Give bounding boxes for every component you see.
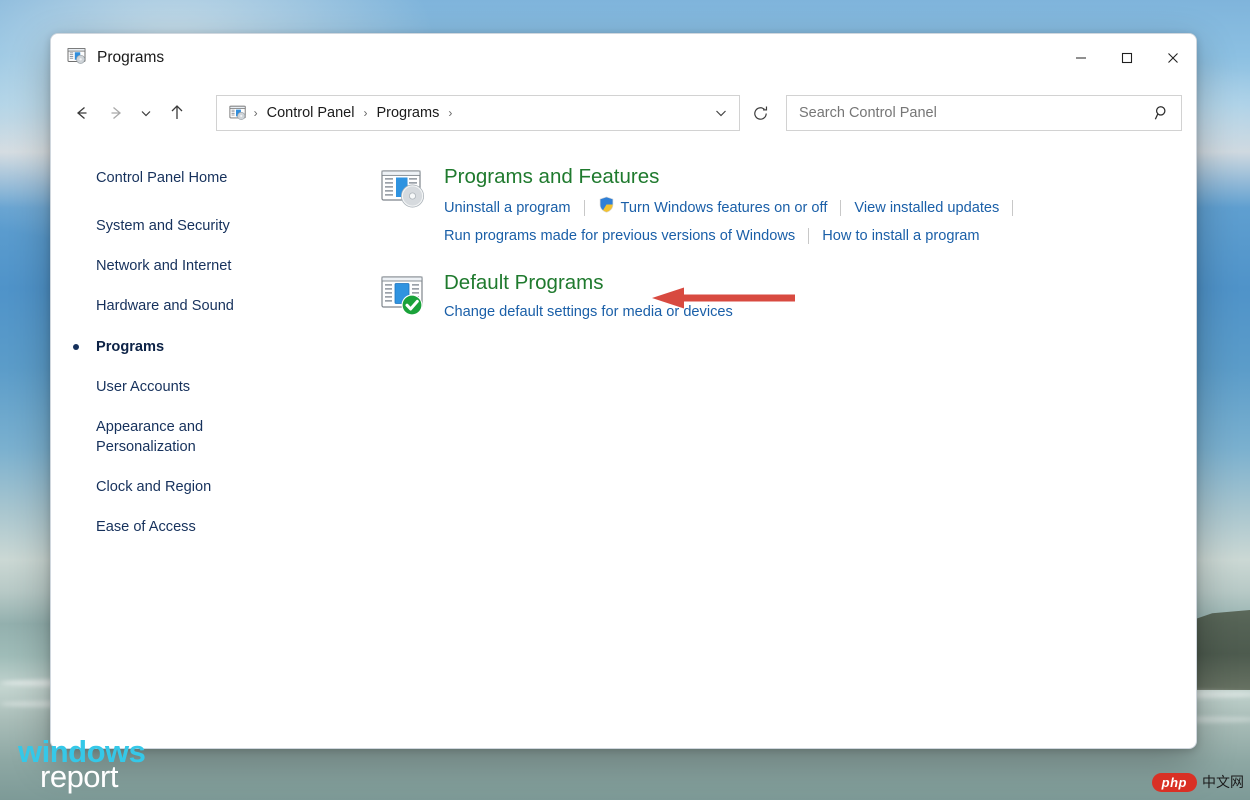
sidebar-item-control-panel-home[interactable]: Control Panel Home — [96, 168, 296, 188]
links-row-1: Change default settings for media or dev… — [444, 301, 733, 324]
search-box[interactable] — [786, 95, 1182, 131]
link-how-to-install-a-program[interactable]: How to install a program — [822, 225, 979, 248]
breadcrumb-separator: › — [252, 106, 260, 120]
link-run-programs-made-for-previous-versions-of-windows[interactable]: Run programs made for previous versions … — [444, 225, 795, 248]
link-divider — [840, 200, 841, 216]
minimize-button[interactable] — [1058, 34, 1104, 82]
sidebar-navigation: Control Panel Home System and Security N… — [51, 144, 381, 749]
link-divider — [808, 228, 809, 244]
maximize-button[interactable] — [1104, 34, 1150, 82]
sidebar-item-ease-of-access[interactable]: Ease of Access — [96, 517, 296, 537]
links-row-1: Uninstall a program Turn Windows f — [444, 196, 1026, 221]
link-change-default-settings-for-media-or-devices[interactable]: Change default settings for media or dev… — [444, 301, 733, 324]
search-icon[interactable] — [1153, 104, 1171, 122]
php-badge: php — [1152, 773, 1197, 792]
breadcrumb-chevron-down-icon[interactable] — [707, 98, 735, 128]
sidebar-item-appearance-and-personalization[interactable]: Appearance and Personalization — [96, 417, 246, 457]
breadcrumb-separator: › — [446, 106, 454, 120]
windows-report-watermark: windows report — [18, 738, 145, 792]
search-input[interactable] — [799, 105, 1153, 121]
breadcrumb-control-panel-icon[interactable] — [225, 104, 251, 122]
category-programs-and-features: Programs and Features Uninstall a progra… — [381, 166, 1196, 248]
link-divider — [1012, 200, 1013, 216]
link-turn-windows-features-on-or-off[interactable]: Turn Windows features on or off — [621, 197, 828, 220]
breadcrumb-item-programs[interactable]: Programs — [370, 102, 445, 124]
category-title-default-programs[interactable]: Default Programs — [444, 272, 604, 295]
link-divider — [584, 200, 585, 216]
php-cn-watermark: php 中文网 — [1152, 772, 1244, 792]
window-title: Programs — [97, 49, 164, 67]
link-view-installed-updates[interactable]: View installed updates — [854, 197, 999, 220]
breadcrumb-item-control-panel[interactable]: Control Panel — [261, 102, 361, 124]
address-bar[interactable]: › Control Panel › Programs › — [216, 95, 740, 131]
up-arrow-icon[interactable] — [160, 94, 194, 132]
window-titlebar[interactable]: Programs — [51, 34, 1196, 82]
breadcrumb: › Control Panel › Programs › — [225, 102, 707, 124]
sidebar-item-network-and-internet[interactable]: Network and Internet — [96, 256, 296, 276]
recent-locations-chevron-down-icon[interactable] — [133, 94, 160, 132]
control-panel-window: Programs — [50, 33, 1197, 749]
navigation-toolbar: › Control Panel › Programs › — [51, 82, 1196, 144]
sidebar-item-programs[interactable]: Programs — [96, 337, 296, 357]
category-body: Programs and Features Uninstall a progra… — [444, 166, 1026, 248]
refresh-icon[interactable] — [746, 96, 776, 130]
category-body: Default Programs Change default settings… — [444, 272, 733, 324]
default-programs-icon[interactable] — [381, 272, 427, 324]
close-button[interactable] — [1150, 34, 1196, 82]
window-body: Control Panel Home System and Security N… — [51, 144, 1196, 749]
content-area: Programs and Features Uninstall a progra… — [381, 144, 1196, 749]
titlebar-left: Programs — [51, 46, 164, 71]
control-panel-icon — [67, 46, 87, 71]
sidebar-item-hardware-and-sound[interactable]: Hardware and Sound — [96, 296, 296, 316]
back-arrow-icon[interactable] — [65, 94, 99, 132]
breadcrumb-separator: › — [361, 106, 369, 120]
category-title-programs-and-features[interactable]: Programs and Features — [444, 166, 659, 189]
window-controls — [1058, 34, 1196, 82]
php-cn-text: 中文网 — [1202, 772, 1244, 792]
sidebar-item-clock-and-region[interactable]: Clock and Region — [96, 477, 296, 497]
forward-arrow-icon[interactable] — [99, 94, 133, 132]
sidebar-item-system-and-security[interactable]: System and Security — [96, 216, 296, 236]
links-row-2: Run programs made for previous versions … — [444, 225, 1026, 248]
link-uninstall-a-program[interactable]: Uninstall a program — [444, 197, 571, 220]
programs-and-features-icon[interactable] — [381, 166, 427, 248]
sidebar-item-user-accounts[interactable]: User Accounts — [96, 377, 296, 397]
category-default-programs: Default Programs Change default settings… — [381, 272, 1196, 324]
uac-shield-icon — [598, 196, 615, 221]
